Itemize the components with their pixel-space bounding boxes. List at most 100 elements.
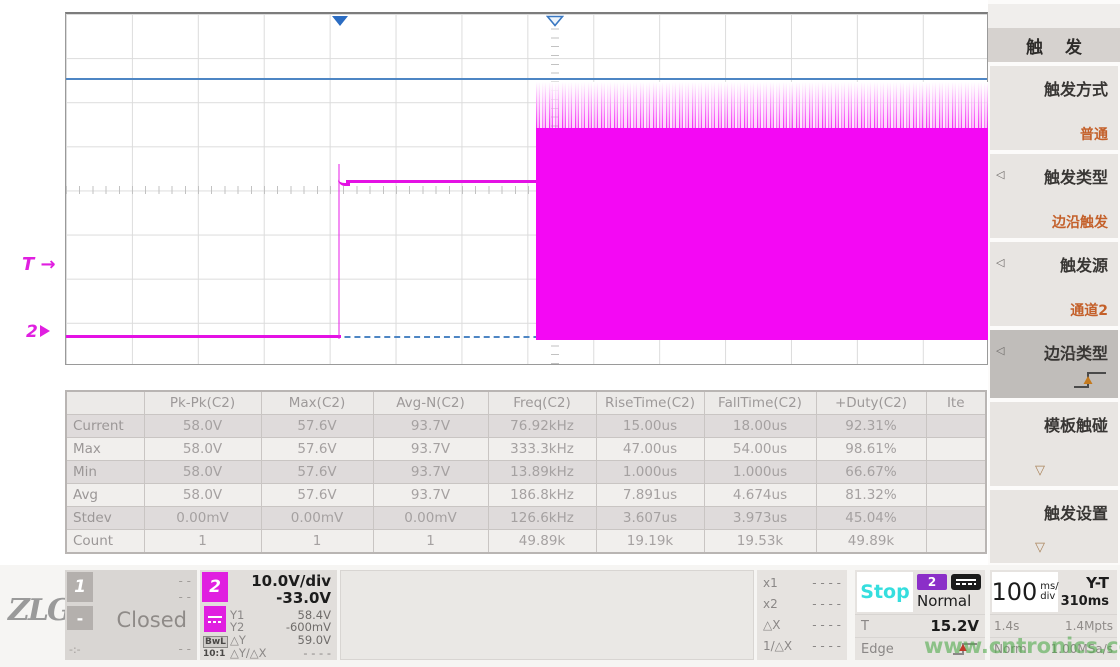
measurement-row-label: Min (66, 461, 144, 484)
probe-ratio-badge: 10:1 (203, 649, 225, 659)
channel1-status-box[interactable]: 1 - - - - - Closed -:- - - (65, 570, 197, 660)
measurement-value: 93.7V (373, 415, 488, 438)
channel1-value: - - (179, 642, 191, 656)
measurement-column-header: Max(C2) (261, 391, 373, 415)
menu-top-strip (988, 4, 1120, 28)
measurement-value: 18.00us (704, 415, 816, 438)
measurement-value: 49.89k (816, 530, 926, 554)
capture-window: 1.4s (994, 619, 1019, 633)
measurement-value: 58.0V (144, 484, 261, 507)
measurement-value: 7.891us (596, 484, 704, 507)
channel1-badge: 1 (67, 572, 93, 602)
menu-item-trigger-settings[interactable]: 触发设置 ▽ (990, 490, 1118, 563)
waveform-display (65, 12, 988, 365)
ch2-trace-burst (536, 128, 988, 340)
measurement-value: 57.6V (261, 461, 373, 484)
trigger-level-marker[interactable]: T → (22, 254, 56, 275)
menu-item-trigger-mode[interactable]: 触发方式 普通 (990, 66, 1118, 150)
measurement-value (926, 438, 986, 461)
measurement-value (926, 507, 986, 530)
measurement-value: 15.00us (596, 415, 704, 438)
trigger-position-marker[interactable] (331, 15, 349, 27)
measurement-header-row: Pk-Pk(C2)Max(C2)Avg-N(C2)Freq(C2)RiseTim… (66, 391, 986, 415)
watermark: www.cntronics.com (924, 634, 1120, 658)
delta-x-label: △X (763, 618, 780, 632)
inverse-delta-x-value: - - - - (812, 639, 841, 653)
measurement-value (926, 530, 986, 554)
channel1-state: Closed (116, 608, 187, 632)
measurement-value: 57.6V (261, 484, 373, 507)
measurement-value: 1 (144, 530, 261, 554)
chevron-down-icon: ▽ (1035, 463, 1045, 478)
oscilloscope-screen: T → 2 Pk-Pk(C2)Max(C2)Avg-N(C2)Freq(C2)R… (0, 0, 1120, 667)
menu-item-trigger-source[interactable]: ◁ 触发源 通道2 (990, 242, 1118, 326)
measurement-column-header: +Duty(C2) (816, 391, 926, 415)
expand-left-icon: ◁ (996, 344, 1004, 357)
expand-left-icon: ◁ (996, 168, 1004, 181)
measurement-value (926, 415, 986, 438)
cursor-y2-value: -600mV (286, 620, 331, 634)
display-mode: Y-T (1086, 574, 1109, 592)
measurement-value: 0.00mV (373, 507, 488, 530)
measurement-value: 45.04% (816, 507, 926, 530)
trigger-type: Edge (861, 642, 894, 657)
measurement-value: 19.53k (704, 530, 816, 554)
measurement-column-header: FallTime(C2) (704, 391, 816, 415)
measurement-column-header (66, 391, 144, 415)
trigger-mode: Normal (917, 592, 971, 610)
delta-yx-label: △Y/△X (230, 646, 266, 660)
delta-y-label: △Y (230, 633, 246, 647)
timebase-scale[interactable]: 100 ms/div (992, 572, 1058, 612)
ch2-trace-burst-fuzz (536, 82, 988, 132)
ch2-trace-step (338, 164, 340, 339)
trigger-source-badge: 2 (917, 574, 947, 590)
measurement-value: 58.0V (144, 438, 261, 461)
channel2-reference-marker[interactable]: 2 (26, 322, 50, 342)
cursor-x1-value: - - - - (812, 576, 841, 590)
measurement-value: 58.0V (144, 461, 261, 484)
measurement-value (926, 484, 986, 507)
measurement-row-label: Current (66, 415, 144, 438)
measurement-column-header: Pk-Pk(C2) (144, 391, 261, 415)
rising-edge-icon (1072, 368, 1108, 392)
ch2-trace-mid-level (346, 180, 536, 183)
measurement-value: 0.00mV (261, 507, 373, 530)
trigger-menu-panel: 触 发 触发方式 普通 ◁ 触发类型 边沿触发 ◁ 触发源 通道2 ◁ 边沿类型 (988, 0, 1120, 565)
measurement-value: 3.973us (704, 507, 816, 530)
trigger-level-label: T (861, 619, 869, 634)
menu-item-trigger-type[interactable]: ◁ 触发类型 边沿触发 (990, 154, 1118, 238)
channel1-coupling-badge: - (67, 606, 93, 630)
timebase-delay: 310ms (1061, 594, 1109, 609)
measurement-column-header: Ite (926, 391, 986, 415)
measurement-value: 1.000us (596, 461, 704, 484)
measurement-value: 1 (261, 530, 373, 554)
delta-y-value: 59.0V (298, 633, 331, 647)
delta-yx-value: - - - - (303, 646, 331, 660)
measurement-value: 93.7V (373, 438, 488, 461)
measurement-row-label: Avg (66, 484, 144, 507)
measurement-value: 58.0V (144, 415, 261, 438)
channel2-status-box[interactable]: 2 10.0V/div -33.0V Y1 58.4V Y2 -600mV Bw… (200, 570, 337, 660)
right-arrow-icon (40, 325, 50, 337)
cursor-x2-label: x2 (763, 597, 778, 611)
measurement-value: 98.61% (816, 438, 926, 461)
cursor-y1-line[interactable] (66, 78, 987, 80)
run-stop-indicator[interactable]: Stop (857, 572, 913, 612)
measurement-value: 81.32% (816, 484, 926, 507)
x-cursor-box: x1- - - - x2- - - - △X- - - - 1/△X- - - … (757, 570, 847, 660)
empty-status-box (340, 570, 754, 660)
measurement-value: 1 (373, 530, 488, 554)
bandwidth-limit-badge: BwL (203, 636, 228, 648)
measurement-row-label: Stdev (66, 507, 144, 530)
trigger-coupling-icon (951, 574, 981, 590)
menu-item-edge-type[interactable]: ◁ 边沿类型 (990, 330, 1118, 398)
delay-reference-marker[interactable] (546, 15, 564, 27)
measurement-value: 93.7V (373, 484, 488, 507)
measurement-value: 57.6V (261, 415, 373, 438)
measurement-value: 92.31% (816, 415, 926, 438)
trigger-menu-title: 触 发 (988, 28, 1120, 62)
channel2-badge: 2 (202, 572, 228, 602)
measurement-row: Max58.0V57.6V93.7V333.3kHz47.00us54.00us… (66, 438, 986, 461)
menu-item-template-touch[interactable]: 模板触碰 ▽ (990, 402, 1118, 486)
delta-x-value: - - - - (812, 618, 841, 632)
